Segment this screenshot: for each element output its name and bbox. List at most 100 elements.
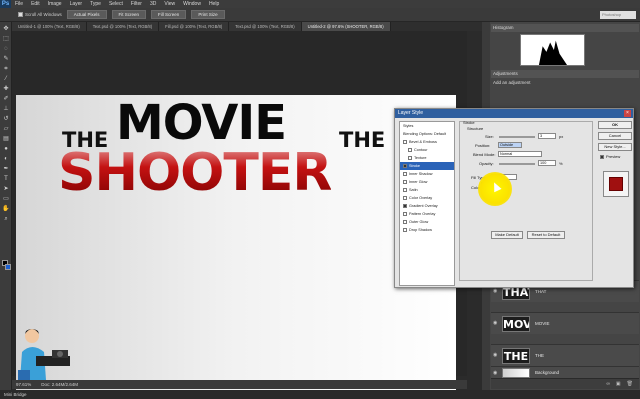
preview-option[interactable]: Preview [600,154,620,159]
workspace-switcher[interactable]: Photoshop [600,10,636,19]
scroll-all-checkbox[interactable] [18,12,23,18]
menu-3d[interactable]: 3D [146,1,160,7]
new-style-button[interactable]: New Style... [598,143,632,151]
style-item-bevel[interactable]: Bevel & Emboss [400,138,454,146]
style-checkbox[interactable] [403,212,407,216]
close-icon[interactable]: × [624,110,631,117]
style-checkbox[interactable] [403,172,407,176]
style-item-contour[interactable]: Contour [400,146,454,154]
brush-tool-icon[interactable]: ✐ [2,96,10,103]
eye-icon[interactable]: ◉ [493,320,499,326]
position-select[interactable]: Outside [498,142,522,148]
shape-tool-icon[interactable]: ▭ [2,196,10,203]
stamp-tool-icon[interactable]: ⊥ [2,106,10,113]
eyedropper-tool-icon[interactable]: ⁄ [2,76,10,83]
type-tool-icon[interactable]: T [2,176,10,183]
menu-window[interactable]: Window [179,1,205,7]
style-item-outer-glow[interactable]: Outer Glow [400,218,454,226]
opacity-slider[interactable] [499,163,535,165]
style-item-blending[interactable]: Blending Options: Default [400,130,454,138]
fit-screen-button[interactable]: Fit Screen [111,10,147,19]
style-checkbox[interactable] [403,204,407,208]
eye-icon[interactable]: ◉ [493,352,499,358]
style-checkbox[interactable] [408,148,412,152]
style-checkbox[interactable] [403,140,407,144]
size-field[interactable]: 3 [538,133,556,139]
zoom-tool-icon[interactable]: ⌕ [2,216,10,223]
blur-tool-icon[interactable]: ● [2,146,10,153]
style-item-styles[interactable]: Styles [400,122,454,130]
eye-icon[interactable]: ◉ [493,370,499,376]
doc-tab[interactable]: Fill.psd @ 100% (Text, RGB/8) [159,22,230,31]
document-canvas[interactable]: THE MOVIE THE SHOOTER [16,95,456,395]
style-item-gradient-overlay[interactable]: Gradient Overlay [400,202,454,210]
gradient-tool-icon[interactable]: ▤ [2,136,10,143]
dodge-tool-icon[interactable]: ◐ [2,156,10,163]
style-item-drop-shadow[interactable]: Drop Shadow [400,226,454,234]
menu-filter[interactable]: Filter [127,1,146,7]
doc-tab[interactable]: Untitled-1 @ 100% (Text, RGB/8) [12,22,87,31]
reset-default-button[interactable]: Reset to Default [527,231,565,239]
layer-row[interactable]: ◉ THE THE [491,344,639,366]
style-item-satin[interactable]: Satin [400,186,454,194]
path-select-tool-icon[interactable]: ➤ [2,186,10,193]
adjustments-tab[interactable]: Adjustments [493,71,518,76]
style-item-texture[interactable]: Texture [400,154,454,162]
style-item-pattern-overlay[interactable]: Pattern Overlay [400,210,454,218]
style-checkbox[interactable] [403,180,407,184]
style-item-inner-glow[interactable]: Inner Glow [400,178,454,186]
menu-file[interactable]: File [11,1,27,7]
menu-type[interactable]: Type [86,1,105,7]
lasso-tool-icon[interactable]: ◌ [2,46,10,53]
size-slider[interactable] [499,136,535,138]
crop-tool-icon[interactable]: ⌗ [2,66,10,73]
menu-image[interactable]: Image [44,1,66,7]
fill-screen-button[interactable]: Fill Screen [151,10,187,19]
history-brush-icon[interactable]: ↺ [2,116,10,123]
mini-bridge-tab[interactable]: Mini Bridge [4,392,27,397]
eraser-tool-icon[interactable]: ▱ [2,126,10,133]
menu-layer[interactable]: Layer [66,1,87,7]
style-checkbox[interactable] [403,196,407,200]
quick-select-tool-icon[interactable]: ✎ [2,56,10,63]
style-checkbox[interactable] [408,156,412,160]
blend-mode-select[interactable]: Normal [498,151,542,157]
opacity-field[interactable]: 100 [538,160,556,166]
marquee-tool-icon[interactable]: ⬚ [2,36,10,43]
style-label: Bevel & Emboss [409,140,437,144]
style-item-stroke[interactable]: Stroke [400,162,454,170]
print-size-button[interactable]: Print Size [191,10,225,19]
histogram-tab[interactable]: Histogram [493,25,514,30]
doc-tab-active[interactable]: Untitled-2 @ 97.6% (SHOOTER, RGB/8) [301,22,391,31]
background-color-swatch[interactable] [5,264,11,270]
cancel-button[interactable]: Cancel [598,132,632,140]
trash-icon[interactable]: 🗑 [627,381,633,387]
ok-button[interactable]: OK [598,121,632,129]
style-item-color-overlay[interactable]: Color Overlay [400,194,454,202]
healing-tool-icon[interactable]: ✚ [2,86,10,93]
hand-tool-icon[interactable]: ✋ [2,206,10,213]
pen-tool-icon[interactable]: ✒ [2,166,10,173]
eye-icon[interactable]: ◉ [493,288,499,294]
scroll-all-option[interactable]: Scroll All Windows [18,12,62,18]
style-checkbox[interactable] [403,164,407,168]
move-tool-icon[interactable]: ✥ [2,26,10,33]
make-default-button[interactable]: Make Default [491,231,523,239]
menu-help[interactable]: Help [205,1,223,7]
doc-tab[interactable]: Text.psd @ 100% (Text, RGB/8) [86,22,160,31]
new-layer-icon[interactable]: ▣ [616,381,621,387]
layer-row-background[interactable]: ◉ Background [491,366,639,378]
style-checkbox[interactable] [403,220,407,224]
zoom-level[interactable]: 97.61% [16,382,31,387]
layer-row[interactable]: ◉ MOVI MOVIE [491,312,639,334]
style-checkbox[interactable] [403,188,407,192]
style-item-inner-shadow[interactable]: Inner Shadow [400,170,454,178]
preview-checkbox[interactable] [600,154,604,159]
style-checkbox[interactable] [403,228,407,232]
actual-pixels-button[interactable]: Actual Pixels [66,10,107,19]
link-layers-icon[interactable]: ∞ [606,381,610,387]
menu-edit[interactable]: Edit [27,1,44,7]
menu-select[interactable]: Select [105,1,127,7]
doc-tab[interactable]: Text.psd @ 100% (Text, RGB/8) [229,22,302,31]
menu-view[interactable]: View [160,1,179,7]
